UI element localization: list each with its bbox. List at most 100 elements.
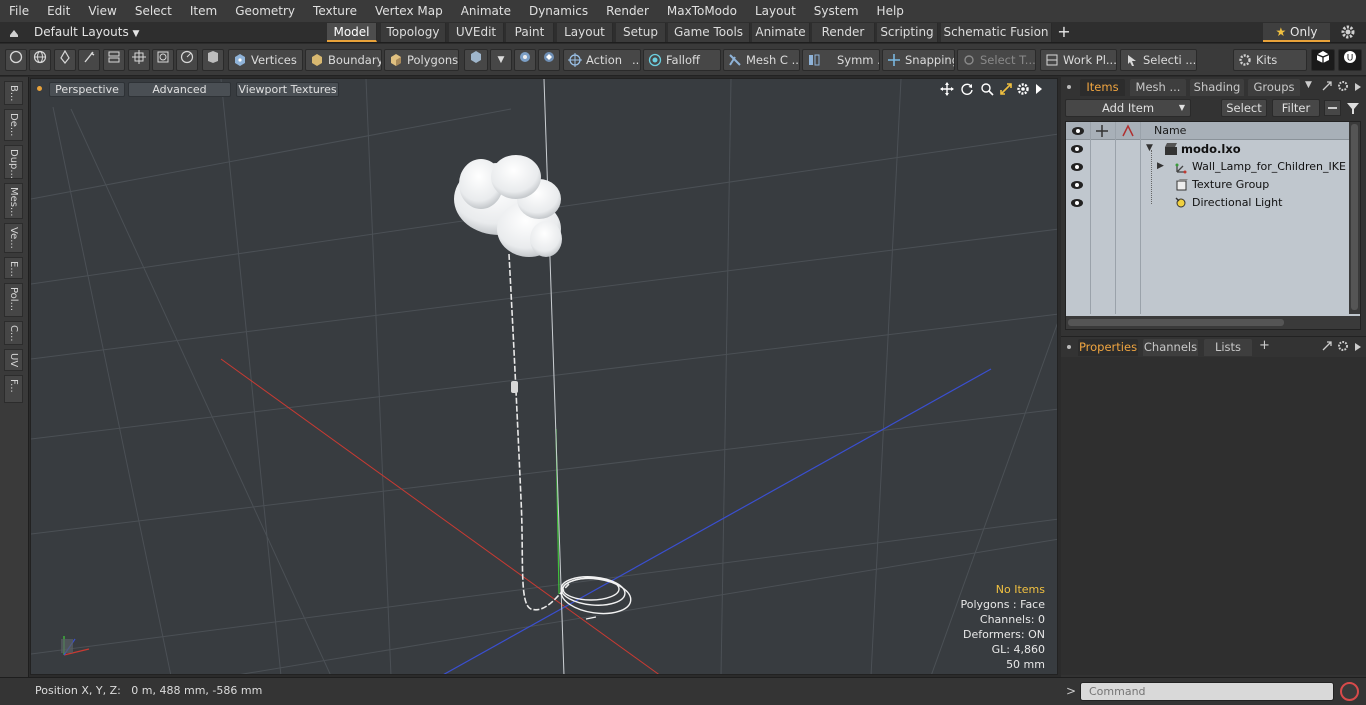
cable-coil[interactable] xyxy=(559,574,633,620)
render-column-icon[interactable] xyxy=(1121,124,1135,138)
select-through-button[interactable]: Select T... xyxy=(957,49,1036,71)
tab-animate[interactable]: Animate xyxy=(752,23,810,42)
viewport-expand-arrow-icon[interactable] xyxy=(1034,83,1044,95)
side-tab-5[interactable]: E... xyxy=(4,257,23,279)
scrollbar-thumb[interactable] xyxy=(1068,319,1284,326)
lock-column-icon[interactable] xyxy=(1095,124,1109,138)
tab-scripting[interactable]: Scripting xyxy=(877,23,938,42)
menu-item-geometry[interactable]: Geometry xyxy=(226,0,304,22)
symmetry-button[interactable]: Symm ... xyxy=(802,49,880,71)
selection-sets-button[interactable]: Selecti ... xyxy=(1120,49,1197,71)
menu-item-view[interactable]: View xyxy=(79,0,125,22)
gear-icon[interactable] xyxy=(1340,24,1356,40)
items-horizontal-scrollbar[interactable] xyxy=(1066,316,1360,329)
transform-tool-button[interactable] xyxy=(128,49,150,71)
side-tab-4[interactable]: Ve... xyxy=(4,223,23,253)
polygons-button[interactable]: Polygons xyxy=(384,49,459,71)
action-button[interactable]: Action... xyxy=(563,49,641,71)
menu-item-edit[interactable]: Edit xyxy=(38,0,79,22)
filter-button[interactable]: Filter xyxy=(1272,99,1320,117)
rotate-tool-button[interactable] xyxy=(176,49,198,71)
eye-icon[interactable] xyxy=(1070,196,1084,210)
tree-row-mesh[interactable]: ▶ Wall_Lamp_for_Children_IKE ... xyxy=(1066,158,1360,176)
mesh-constraint-button[interactable]: Mesh C ... xyxy=(723,49,800,71)
eye-icon[interactable] xyxy=(1070,142,1084,156)
panel-popout-icon[interactable] xyxy=(1321,340,1333,352)
tab-game-tools[interactable]: Game Tools xyxy=(668,23,750,42)
maximize-view-icon[interactable] xyxy=(999,82,1013,96)
side-tab-3[interactable]: Mes... xyxy=(4,183,23,219)
tab-render[interactable]: Render xyxy=(812,23,875,42)
menu-item-dynamics[interactable]: Dynamics xyxy=(520,0,597,22)
add-tab-button[interactable]: + xyxy=(1259,338,1270,353)
tab-mesh[interactable]: Mesh ... xyxy=(1130,79,1186,96)
tree-row-scene[interactable]: ▼ modo.lxo xyxy=(1066,140,1349,158)
items-vertical-scrollbar[interactable] xyxy=(1349,122,1360,314)
side-tab-2[interactable]: Dup... xyxy=(4,145,23,179)
menu-item-maxtomodo[interactable]: MaxToModo xyxy=(658,0,746,22)
panel-gear-icon[interactable] xyxy=(1337,80,1349,92)
eye-icon[interactable] xyxy=(1070,178,1084,192)
tab-channels[interactable]: Channels xyxy=(1143,339,1198,356)
scrollbar-thumb[interactable] xyxy=(1351,124,1358,310)
tab-shading[interactable]: Shading xyxy=(1190,79,1244,96)
panel-arrow-icon[interactable] xyxy=(1353,81,1363,91)
brush-tool-button[interactable] xyxy=(78,49,100,71)
tab-uvedit[interactable]: UVEdit xyxy=(449,23,504,42)
side-tab-1[interactable]: De... xyxy=(4,109,23,141)
panel-arrow-icon[interactable] xyxy=(1353,341,1363,351)
tab-layout[interactable]: Layout xyxy=(557,23,613,42)
panel-popout-icon[interactable] xyxy=(1321,80,1333,92)
layout-preset-dropdown[interactable]: Default Layouts ▼ xyxy=(34,24,139,41)
collapse-button[interactable] xyxy=(1324,100,1341,116)
side-tab-6[interactable]: Pol... xyxy=(4,283,23,317)
menu-item-render[interactable]: Render xyxy=(597,0,658,22)
select-button[interactable]: Select xyxy=(1221,99,1267,117)
side-tab-0[interactable]: B... xyxy=(4,81,23,105)
mode-dropdown-button[interactable]: ▼ xyxy=(490,49,512,71)
pivot-button[interactable] xyxy=(538,49,560,71)
advanced-dropdown[interactable]: Advanced xyxy=(128,82,231,97)
tab-schematic-fusion[interactable]: Schematic Fusion xyxy=(941,23,1052,42)
tab-setup[interactable]: Setup xyxy=(616,23,666,42)
panel-menu-dot-icon[interactable] xyxy=(1067,85,1071,89)
command-input[interactable] xyxy=(1080,682,1334,701)
work-plane-button[interactable]: Work Pl... xyxy=(1040,49,1117,71)
filter-funnel-icon[interactable] xyxy=(1345,100,1361,116)
tab-items[interactable]: Items xyxy=(1080,79,1125,96)
expand-triangle-icon[interactable]: ▶ xyxy=(1157,161,1164,171)
snap-settings-button[interactable] xyxy=(514,49,536,71)
zoom-view-icon[interactable] xyxy=(980,82,994,96)
only-toggle-button[interactable]: ★ Only xyxy=(1263,23,1330,42)
viewport-menu-dot-icon[interactable] xyxy=(37,86,42,91)
viewport-textures-dropdown[interactable]: Viewport Textures xyxy=(236,82,339,97)
menu-item-layout[interactable]: Layout xyxy=(746,0,805,22)
element-tool-button[interactable] xyxy=(152,49,174,71)
move-view-icon[interactable] xyxy=(940,82,954,96)
record-macro-icon[interactable] xyxy=(1340,682,1359,701)
menu-item-texture[interactable]: Texture xyxy=(304,0,366,22)
rotate-view-icon[interactable] xyxy=(960,82,974,96)
viewport-gear-icon[interactable] xyxy=(1016,82,1030,96)
perspective-dropdown[interactable]: Perspective xyxy=(49,82,125,97)
globe-mode-button[interactable] xyxy=(29,49,51,71)
side-tab-7[interactable]: C... xyxy=(4,321,23,345)
add-layout-tab-button[interactable]: + xyxy=(1056,22,1072,42)
panel-menu-dot-icon[interactable] xyxy=(1067,345,1071,349)
name-column-header[interactable]: Name xyxy=(1154,124,1186,137)
menu-item-system[interactable]: System xyxy=(805,0,868,22)
tab-groups[interactable]: Groups xyxy=(1248,79,1300,96)
menu-item-select[interactable]: Select xyxy=(126,0,181,22)
vertices-button[interactable]: Vertices xyxy=(228,49,303,71)
kits-button[interactable]: Kits xyxy=(1233,49,1307,71)
menu-item-file[interactable]: File xyxy=(0,0,38,22)
tabs-dropdown-icon[interactable]: ▼ xyxy=(1305,80,1312,90)
cord-switch[interactable] xyxy=(511,381,518,393)
visibility-column-eye-icon[interactable] xyxy=(1071,124,1085,138)
tab-topology[interactable]: Topology xyxy=(381,23,446,42)
menu-item-vertex-map[interactable]: Vertex Map xyxy=(366,0,452,22)
tab-lists[interactable]: Lists xyxy=(1204,339,1252,356)
tree-row-directional-light[interactable]: Directional Light xyxy=(1066,194,1349,212)
layout-arrow-icon[interactable] xyxy=(8,26,20,38)
eye-icon[interactable] xyxy=(1070,160,1084,174)
